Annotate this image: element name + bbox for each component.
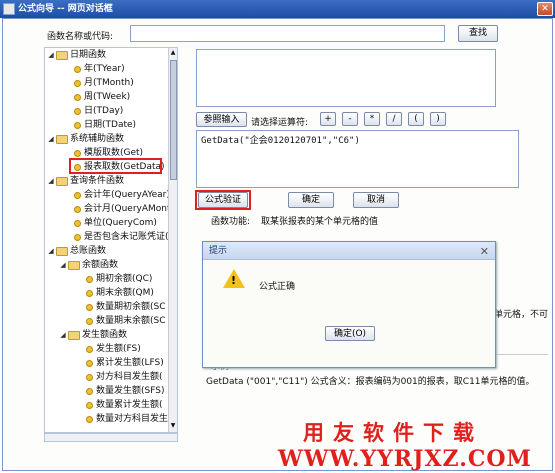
window-close-button[interactable]: ✕ (537, 2, 553, 16)
watermark-url: WWW.YYRJXZ.COM (278, 446, 532, 472)
tree-node[interactable]: 会计月(QueryAMonth (73, 203, 176, 216)
tree-node[interactable]: 周(TWeek) (73, 91, 130, 104)
ok-button[interactable]: 确定 (288, 192, 334, 208)
operator-rparen-button[interactable]: ) (430, 112, 446, 126)
function-description-text: 取某张报表的某个单元格的值 (261, 217, 379, 227)
tree-node[interactable]: 日(TDay) (73, 105, 123, 118)
tree-node[interactable]: ◢ 余额函数 (59, 259, 118, 272)
watermark-logo: 用友软件下载 (303, 421, 483, 445)
tree-horizontal-scrollbar[interactable] (44, 433, 178, 442)
window-titlebar: 公式向导 -- 网页对话框 (0, 0, 555, 18)
window-controls: ✕ (537, 2, 553, 16)
operator-label: 请选择运算符: (251, 118, 309, 128)
function-icon (86, 416, 93, 423)
highlight-box-getdata (69, 158, 162, 174)
operator-multiply-button[interactable]: * (364, 112, 380, 126)
function-icon (86, 360, 93, 367)
tree-vertical-scrollbar[interactable]: ▲ ▼ (168, 48, 177, 432)
example-text: GetData ("001","C11") 公式含义：报表编码为001的报表，取… (206, 377, 535, 387)
tree-node[interactable]: 发生额(FS) (85, 343, 141, 356)
dialog-client-area: 函数名称或代码: 查找 参照输入 请选择运算符: + - * / ( ) Get… (2, 18, 553, 472)
function-icon (74, 150, 81, 157)
message-dialog-titlebar: 提示 ✕ (203, 242, 495, 260)
tree-node[interactable]: 对方科目发生额( (85, 371, 163, 384)
operator-lparen-button[interactable]: ( (408, 112, 424, 126)
tree-node[interactable]: 日期(TDate) (73, 119, 136, 132)
operator-divide-button[interactable]: / (386, 112, 402, 126)
folder-icon (68, 261, 80, 270)
tree-node[interactable]: ◢ 查询条件函数 (47, 175, 124, 188)
dialog-ok-button[interactable]: 确定(O) (325, 326, 375, 341)
folder-icon (56, 247, 68, 256)
scrollbar-thumb[interactable] (170, 60, 177, 180)
search-input[interactable] (130, 25, 445, 42)
message-dialog: 提示 ✕ ! 公式正确 确定(O) (202, 241, 496, 368)
tree-node[interactable]: 数量发生额(SFS) (85, 385, 164, 398)
tree-node[interactable]: ◢ 发生额函数 (59, 329, 127, 342)
formula-input[interactable]: GetData("企会0120120701","C6") (196, 130, 519, 188)
function-icon (86, 276, 93, 283)
function-list-box[interactable] (196, 49, 496, 107)
app-icon (3, 3, 15, 15)
tree-node[interactable]: 月(TMonth) (73, 77, 134, 90)
tree-node[interactable]: ◢ 日期函数 (47, 49, 106, 62)
function-description-partial: 单元格，不可 (494, 310, 549, 320)
function-icon (74, 94, 81, 101)
function-icon (74, 220, 81, 227)
folder-icon (56, 135, 68, 144)
folder-icon (68, 331, 80, 340)
scroll-up-icon[interactable]: ▲ (169, 49, 177, 56)
function-icon (74, 192, 81, 199)
function-icon (86, 402, 93, 409)
function-description-label: 函数功能: (211, 217, 251, 227)
function-icon (86, 388, 93, 395)
function-icon (74, 66, 81, 73)
function-icon (86, 290, 93, 297)
tree-node[interactable]: 年(TYear) (73, 63, 125, 76)
function-icon (86, 304, 93, 311)
function-icon (86, 318, 93, 325)
tree-node[interactable]: 期末余额(QM) (85, 287, 154, 300)
folder-icon (56, 51, 68, 60)
function-icon (86, 374, 93, 381)
function-icon (74, 122, 81, 129)
message-dialog-title: 提示 (209, 246, 228, 256)
tree-node[interactable]: ◢ 总账函数 (47, 245, 106, 258)
folder-icon (56, 177, 68, 186)
message-text: 公式正确 (259, 282, 296, 292)
tree-node[interactable]: 数量对方科目发生 (85, 413, 168, 426)
operator-plus-button[interactable]: + (320, 112, 336, 126)
search-label: 函数名称或代码: (47, 32, 114, 42)
tree-node[interactable]: 累计发生额(LFS) (85, 357, 164, 370)
function-icon (74, 234, 81, 241)
function-icon (74, 80, 81, 87)
warning-mark: ! (231, 274, 237, 287)
highlight-box-verify (195, 190, 251, 210)
window-title: 公式向导 -- 网页对话框 (18, 4, 113, 14)
operator-minus-button[interactable]: - (342, 112, 358, 126)
tree-node[interactable]: 期初余额(QC) (85, 273, 152, 286)
tree-node[interactable]: 数量累计发生额( (85, 399, 163, 412)
function-tree[interactable]: ◢ 日期函数 年(TYear) 月(TMonth) 周(TWeek) 日(TDay… (44, 47, 178, 433)
function-icon (74, 206, 81, 213)
function-icon (74, 108, 81, 115)
scroll-down-icon[interactable]: ▼ (169, 422, 177, 429)
reference-input-button[interactable]: 参照输入 (196, 112, 247, 127)
tree-node[interactable]: 会计年(QueryAYear) (73, 189, 170, 202)
tree-node[interactable]: 单位(QueryCom) (73, 217, 157, 230)
find-button[interactable]: 查找 (458, 25, 498, 42)
tree-node[interactable]: 是否包含未记账凭证( (73, 231, 169, 244)
tree-node[interactable]: ◢ 系统辅助函数 (47, 133, 124, 146)
close-icon[interactable]: ✕ (480, 243, 489, 261)
function-icon (86, 346, 93, 353)
tree-node[interactable]: 数量期初余额(SC (85, 301, 166, 314)
tree-node[interactable]: 数量期末余额(SC (85, 315, 166, 328)
cancel-button[interactable]: 取消 (353, 192, 399, 208)
